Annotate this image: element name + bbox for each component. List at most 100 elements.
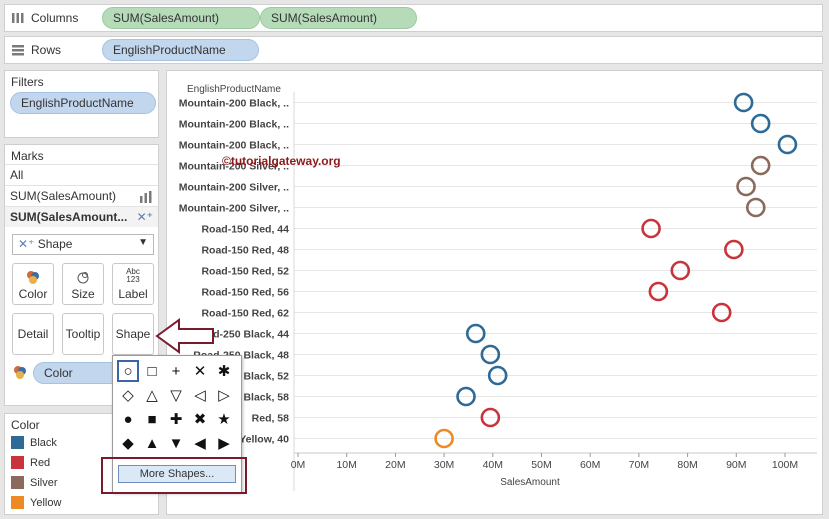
columns-pill-sales-2[interactable]: SUM(SalesAmount) [260, 7, 417, 29]
diamond-open-shape-icon[interactable]: ◇ [117, 384, 139, 406]
color-button[interactable]: Color [12, 263, 54, 305]
row-label: Mountain-200 Black, .. [179, 98, 289, 110]
legend-label-red: Red [30, 456, 51, 469]
plus-bold-shape-icon[interactable]: ✚ [165, 408, 187, 430]
legend-label-yellow: Yellow [30, 496, 62, 509]
row-label: Red, 58 [252, 413, 290, 425]
color-button-label: Color [18, 287, 48, 301]
circle-open-shape-icon[interactable]: ○ [117, 360, 139, 382]
shape-button-label: Shape [115, 327, 151, 341]
x-tick-label: 20M [385, 459, 405, 471]
detail-button-label: Detail [17, 327, 49, 341]
rows-shelf[interactable]: Rows EnglishProductName [4, 36, 823, 64]
legend-label-black: Black [30, 436, 57, 449]
callout-arrow-icon [155, 318, 214, 354]
filters-panel: Filters EnglishProductName [4, 70, 159, 138]
columns-shelf-label: Columns [11, 11, 78, 25]
triangle-up-filled-shape-icon[interactable]: ▲ [141, 432, 163, 454]
triangle-right-open-shape-icon[interactable]: ▷ [213, 384, 235, 406]
triangle-down-open-shape-icon[interactable]: ▽ [165, 384, 187, 406]
shape-mark-icon: ✕⁺ [136, 210, 153, 224]
x-tick-label: 70M [629, 459, 649, 471]
triangle-left-open-shape-icon[interactable]: ◁ [189, 384, 211, 406]
more-shapes-highlight [101, 457, 247, 494]
size-icon [77, 272, 89, 284]
x-tick-label: 40M [483, 459, 503, 471]
marks-tab-all-label: All [10, 168, 24, 182]
circle-filled-shape-icon[interactable]: ● [117, 408, 139, 430]
plus-shape-icon[interactable]: + [165, 360, 187, 382]
size-button-label: Size [71, 287, 95, 301]
rows-pill-product[interactable]: EnglishProductName [102, 39, 259, 61]
columns-icon [12, 13, 24, 23]
cross-shape-icon[interactable]: ✕ [189, 360, 211, 382]
row-label: Road-150 Red, 44 [201, 224, 289, 236]
shape-button[interactable]: Shape [112, 313, 154, 355]
shape-type-icon: ✕⁺ [18, 237, 35, 251]
columns-label-text: Columns [31, 11, 79, 25]
chart-area: EnglishProductName Mountain-200 Black, .… [166, 70, 823, 515]
label-button[interactable]: Abc 123 Label [112, 263, 154, 305]
detail-button[interactable]: Detail [12, 313, 54, 355]
cross-bold-shape-icon[interactable]: ✖ [189, 408, 211, 430]
triangle-down-filled-shape-icon[interactable]: ▼ [165, 432, 187, 454]
x-tick-label: 90M [726, 459, 746, 471]
row-label: Road-150 Red, 48 [201, 245, 289, 257]
mark-type-value: Shape [37, 237, 73, 251]
x-tick-label: 100M [772, 459, 798, 471]
tooltip-button[interactable]: Tooltip [62, 313, 104, 355]
row-label: Road-150 Red, 56 [201, 287, 289, 299]
asterisk-shape-icon[interactable]: ✱ [213, 360, 235, 382]
color-field-icon [14, 366, 26, 379]
row-label: Road-150 Red, 52 [201, 266, 289, 278]
mark-type-dropdown[interactable]: ✕⁺ Shape ▼ [12, 234, 154, 255]
legend-swatch-yellow [11, 496, 24, 509]
legend-swatch-red [11, 456, 24, 469]
label-button-label: Label [118, 287, 148, 301]
triangle-left-filled-shape-icon[interactable]: ◀ [189, 432, 211, 454]
row-label: Mountain-200 Silver, .. [179, 182, 289, 194]
x-axis-label: SalesAmount [500, 477, 560, 488]
legend-label-silver: Silver [30, 476, 58, 489]
legend-swatch-silver [11, 476, 24, 489]
diamond-filled-shape-icon[interactable]: ◆ [117, 432, 139, 454]
size-button[interactable]: Size [62, 263, 104, 305]
legend-item-silver[interactable]: Silver [11, 476, 58, 489]
row-label: Mountain-200 Black, .. [179, 140, 289, 152]
marks-tab-sum-2[interactable]: SUM(SalesAmount... ✕⁺ [5, 206, 158, 227]
row-label: Black, 52 [243, 371, 289, 383]
rows-shelf-label: Rows [11, 43, 61, 57]
tooltip-button-label: Tooltip [65, 327, 101, 341]
legend-swatch-black [11, 436, 24, 449]
legend-item-yellow[interactable]: Yellow [11, 496, 61, 509]
bar-chart-icon [140, 191, 152, 203]
x-tick-label: 30M [434, 459, 454, 471]
filters-title: Filters [11, 75, 44, 89]
triangle-right-filled-shape-icon[interactable]: ▶ [213, 432, 235, 454]
legend-item-red[interactable]: Red [11, 456, 50, 469]
triangle-up-open-shape-icon[interactable]: △ [141, 384, 163, 406]
watermark-text: ©tutorialgateway.org [222, 154, 341, 168]
scatter-chart: EnglishProductName Mountain-200 Black, .… [179, 84, 817, 491]
marks-tab-sum-1[interactable]: SUM(SalesAmount) [5, 185, 158, 206]
label-icon: Abc 123 [126, 267, 140, 284]
columns-pill-sales-1[interactable]: SUM(SalesAmount) [102, 7, 260, 29]
row-label: Mountain-200 Black, .. [179, 119, 289, 131]
color-icon [27, 271, 39, 284]
square-filled-shape-icon[interactable]: ■ [141, 408, 163, 430]
chevron-down-icon: ▼ [138, 237, 148, 248]
x-tick-label: 50M [531, 459, 551, 471]
marks-tab-sum-2-label: SUM(SalesAmount... [10, 210, 128, 224]
filter-pill-product[interactable]: EnglishProductName [10, 92, 156, 114]
x-tick-label: 80M [677, 459, 697, 471]
square-open-shape-icon[interactable]: □ [141, 360, 163, 382]
x-tick-label: 60M [580, 459, 600, 471]
row-label: Yellow, 40 [239, 434, 289, 446]
rows-label-text: Rows [31, 43, 62, 57]
x-tick-label: 0M [291, 459, 306, 471]
marks-tab-sum-1-label: SUM(SalesAmount) [10, 189, 117, 203]
columns-shelf[interactable]: Columns SUM(SalesAmount) SUM(SalesAmount… [4, 4, 823, 32]
star-filled-shape-icon[interactable]: ★ [213, 408, 235, 430]
legend-item-black[interactable]: Black [11, 436, 57, 449]
marks-tab-all[interactable]: All [5, 164, 158, 185]
